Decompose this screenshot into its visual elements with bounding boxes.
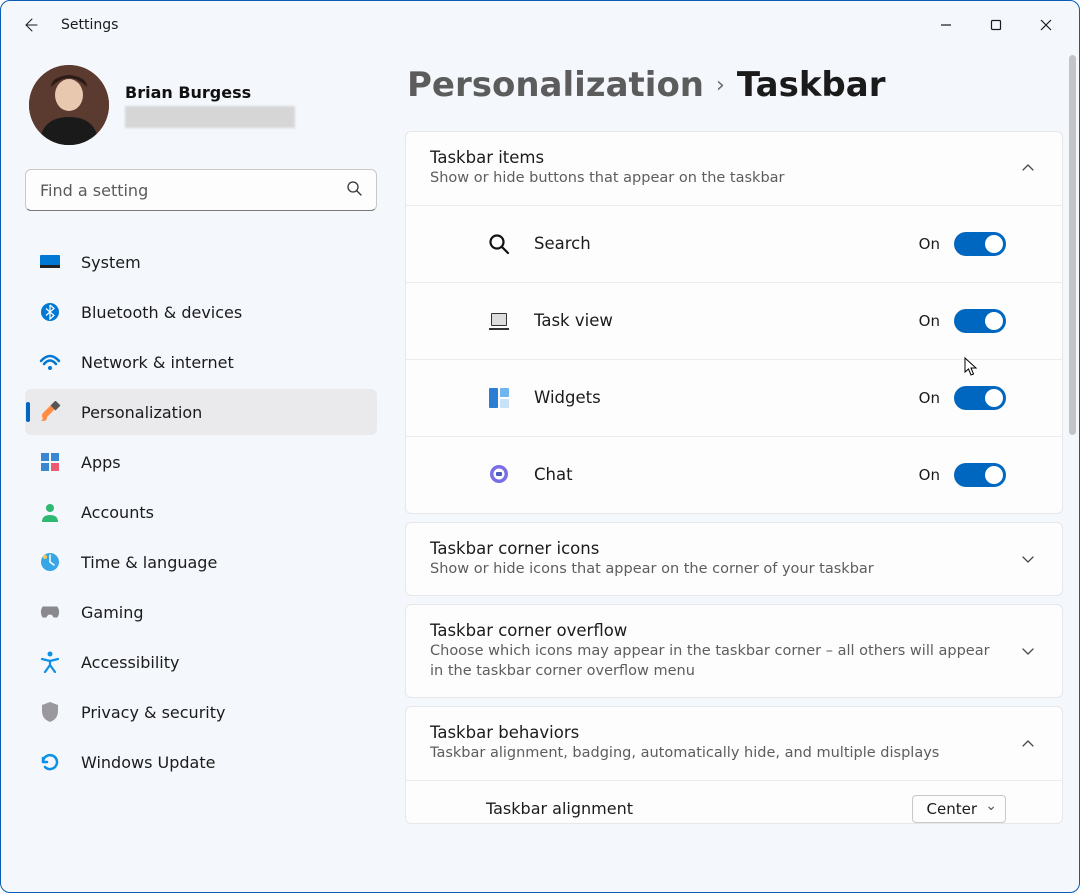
section-header[interactable]: Taskbar corner overflow Choose which ico… (406, 605, 1062, 697)
chat-icon (486, 462, 512, 488)
nav-bluetooth[interactable]: Bluetooth & devices (25, 289, 377, 335)
taskview-icon (486, 308, 512, 334)
chevron-up-icon[interactable] (1018, 734, 1038, 754)
chevron-up-icon[interactable] (1018, 158, 1038, 178)
clock-globe-icon (39, 551, 61, 573)
search-toggle[interactable] (954, 232, 1006, 256)
alignment-label: Taskbar alignment (486, 799, 633, 818)
nav-label: Gaming (81, 603, 144, 622)
row-search: Search On (406, 205, 1062, 282)
app-title: Settings (61, 17, 118, 33)
section-taskbar-items: Taskbar items Show or hide buttons that … (405, 131, 1063, 514)
nav-label: Time & language (81, 553, 217, 572)
nav-privacy[interactable]: Privacy & security (25, 689, 377, 735)
toggle-state: On (919, 389, 940, 407)
accessibility-icon (39, 651, 61, 673)
row-label: Task view (534, 311, 919, 330)
row-label: Search (534, 234, 919, 253)
gamepad-icon (39, 601, 61, 623)
nav-update[interactable]: Windows Update (25, 739, 377, 785)
nav-time[interactable]: Time & language (25, 539, 377, 585)
nav-list: System Bluetooth & devices Network & int… (25, 239, 377, 785)
avatar (29, 65, 109, 145)
nav-personalization[interactable]: Personalization (25, 389, 377, 435)
chevron-right-icon: › (716, 73, 725, 98)
taskview-toggle[interactable] (954, 309, 1006, 333)
section-title: Taskbar behaviors (430, 723, 1006, 742)
nav-apps[interactable]: Apps (25, 439, 377, 485)
breadcrumb-current: Taskbar (737, 65, 886, 105)
search-input[interactable] (40, 181, 346, 200)
nav-label: Privacy & security (81, 703, 225, 722)
section-header[interactable]: Taskbar behaviors Taskbar alignment, bad… (406, 707, 1062, 780)
wifi-icon (39, 351, 61, 373)
nav-label: Accounts (81, 503, 154, 522)
scrollbar[interactable] (1065, 49, 1079, 892)
nav-system[interactable]: System (25, 239, 377, 285)
search-icon (346, 180, 362, 200)
section-subtitle: Choose which icons may appear in the tas… (430, 642, 1006, 681)
toggle-state: On (919, 312, 940, 330)
user-profile[interactable]: Brian Burgess (25, 65, 377, 145)
row-label: Widgets (534, 388, 919, 407)
nav-label: Network & internet (81, 353, 234, 372)
section-behaviors: Taskbar behaviors Taskbar alignment, bad… (405, 706, 1063, 824)
row-label: Chat (534, 465, 919, 484)
maximize-button[interactable] (971, 6, 1021, 44)
nav-label: System (81, 253, 141, 272)
section-corner-overflow: Taskbar corner overflow Choose which ico… (405, 604, 1063, 698)
back-button[interactable] (21, 16, 39, 34)
chevron-down-icon[interactable] (1018, 641, 1038, 661)
row-widgets: Widgets On (406, 359, 1062, 436)
chevron-down-icon[interactable] (1018, 549, 1038, 569)
nav-label: Apps (81, 453, 121, 472)
nav-gaming[interactable]: Gaming (25, 589, 377, 635)
breadcrumb: Personalization › Taskbar (405, 65, 1065, 105)
nav-label: Windows Update (81, 753, 215, 772)
widgets-toggle[interactable] (954, 386, 1006, 410)
nav-label: Personalization (81, 403, 202, 422)
widgets-icon (486, 385, 512, 411)
section-header[interactable]: Taskbar corner icons Show or hide icons … (406, 523, 1062, 596)
section-corner-icons: Taskbar corner icons Show or hide icons … (405, 522, 1063, 597)
toggle-state: On (919, 466, 940, 484)
bluetooth-icon (39, 301, 61, 323)
nav-accessibility[interactable]: Accessibility (25, 639, 377, 685)
toggle-state: On (919, 235, 940, 253)
section-subtitle: Show or hide icons that appear on the co… (430, 560, 1006, 580)
nav-network[interactable]: Network & internet (25, 339, 377, 385)
section-title: Taskbar corner icons (430, 539, 1006, 558)
nav-accounts[interactable]: Accounts (25, 489, 377, 535)
display-icon (39, 251, 61, 273)
section-subtitle: Taskbar alignment, badging, automaticall… (430, 744, 1006, 764)
paintbrush-icon (39, 401, 61, 423)
row-chat: Chat On (406, 436, 1062, 513)
minimize-button[interactable] (921, 6, 971, 44)
chat-toggle[interactable] (954, 463, 1006, 487)
close-button[interactable] (1021, 6, 1071, 44)
scroll-thumb[interactable] (1069, 55, 1076, 435)
person-icon (39, 501, 61, 523)
section-title: Taskbar corner overflow (430, 621, 1006, 640)
update-icon (39, 751, 61, 773)
nav-label: Bluetooth & devices (81, 303, 242, 322)
section-title: Taskbar items (430, 148, 1006, 167)
breadcrumb-parent[interactable]: Personalization (407, 65, 704, 105)
row-alignment: Taskbar alignment Center (406, 780, 1062, 823)
section-header[interactable]: Taskbar items Show or hide buttons that … (406, 132, 1062, 205)
nav-label: Accessibility (81, 653, 179, 672)
user-name: Brian Burgess (125, 83, 295, 102)
shield-icon (39, 701, 61, 723)
search-icon (486, 231, 512, 257)
row-taskview: Task view On (406, 282, 1062, 359)
alignment-dropdown[interactable]: Center (912, 795, 1007, 823)
section-subtitle: Show or hide buttons that appear on the … (430, 169, 1006, 189)
search-box[interactable] (25, 169, 377, 211)
user-email-redacted (125, 106, 295, 128)
apps-icon (39, 451, 61, 473)
